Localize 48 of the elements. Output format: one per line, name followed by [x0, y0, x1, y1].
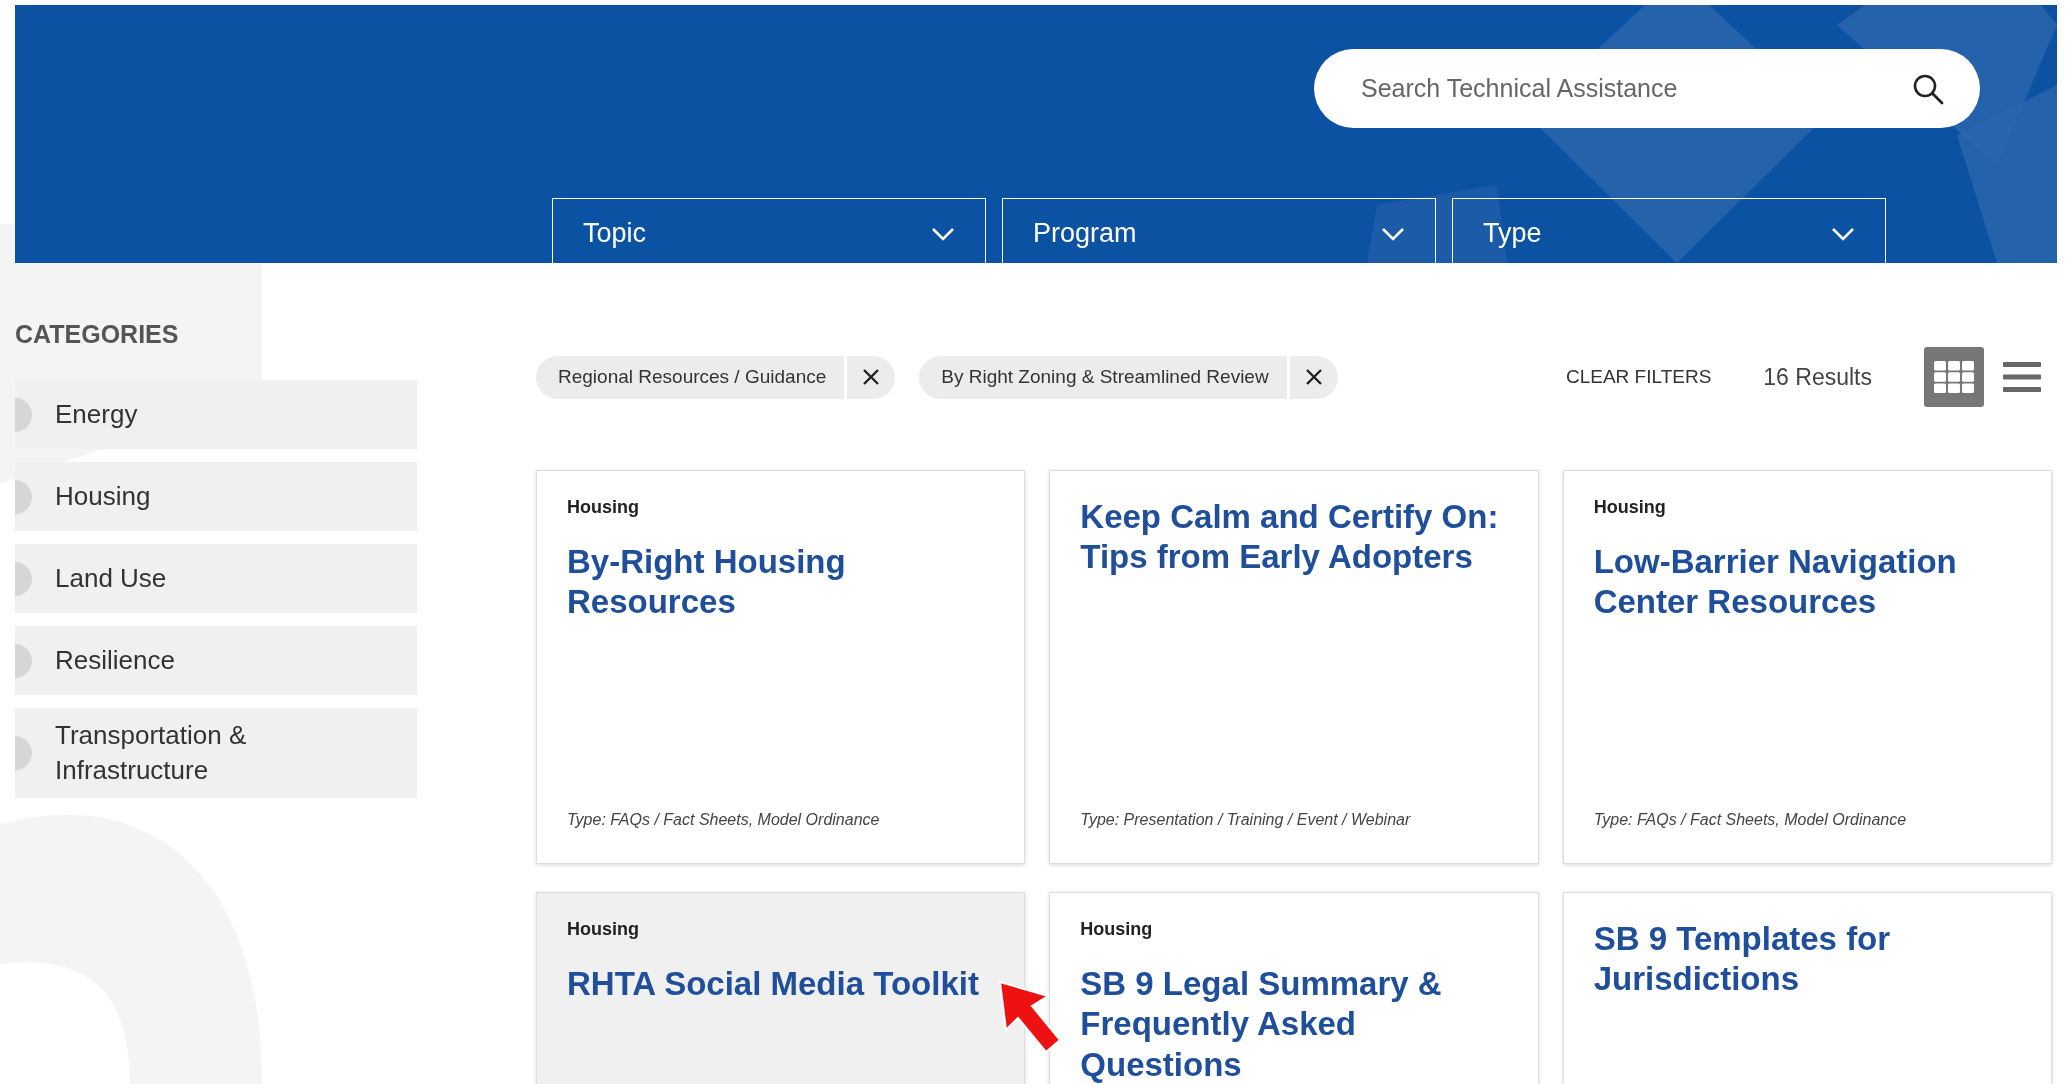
card-type: Type: Presentation / Training / Event / Webinar: [1080, 811, 1412, 829]
card-title[interactable]: RHTA Social Media Toolkit: [567, 964, 995, 1005]
indicator-icon: [15, 479, 32, 514]
card-type: Type: FAQs / Fact Sheets, Model Ordinance: [567, 811, 881, 829]
chevron-down-icon: [931, 226, 955, 241]
card-title[interactable]: By-Right Housing Resources: [567, 542, 995, 623]
indicator-icon: [15, 561, 32, 596]
search-input[interactable]: Search Technical Assistance: [1359, 73, 1912, 104]
grid-icon: [1933, 360, 1975, 394]
sidebar-heading: CATEGORIES: [15, 320, 180, 349]
search-icon[interactable]: [1912, 72, 1944, 105]
card-title[interactable]: SB 9 Legal Summary & Frequently Asked Questions: [1080, 964, 1508, 1084]
resource-card[interactable]: Housing Low-Barrier Navigation Center Resources Type: FAQs / Fact Sheets, Model Ordinance: [1562, 470, 2052, 864]
menu-icon: [2003, 361, 2041, 393]
card-title[interactable]: SB 9 Templates for Jurisdictions: [1593, 919, 2021, 1000]
filter-dropdown[interactable]: Program: [1002, 198, 1436, 263]
close-icon: [862, 368, 881, 386]
card-category: Housing: [1080, 919, 1154, 940]
resource-card[interactable]: SB 9 Templates for Jurisdictions: [1562, 892, 2052, 1084]
card-title[interactable]: Keep Calm and Certify On: Tips from Early Adopters: [1080, 497, 1508, 578]
category-item[interactable]: Transportation & Infrastructure: [15, 708, 417, 799]
indicator-icon: [15, 397, 32, 432]
chevron-down-icon: [1381, 226, 1405, 241]
search-field[interactable]: Search Technical Assistance: [1314, 49, 1980, 128]
card-category: Housing: [567, 919, 640, 940]
category-item[interactable]: Land Use: [15, 544, 417, 613]
filter-dropdown[interactable]: Type: [1452, 198, 1886, 263]
card-category: Housing: [1593, 497, 1667, 518]
filter-label: By Right Zoning & Streamlined Review: [919, 355, 1290, 399]
indicator-icon: [15, 736, 32, 771]
card-type: Type: FAQs / Fact Sheets, Model Ordinance: [1593, 811, 1908, 829]
close-icon: [1304, 368, 1323, 386]
grid-view-button[interactable]: [1924, 347, 1984, 407]
card-title[interactable]: Low-Barrier Navigation Center Resources: [1593, 542, 2021, 623]
resource-card[interactable]: Keep Calm and Certify On: Tips from Early Adopters Type: Presentation / Training / Event / Webinar: [1049, 470, 1539, 864]
category-item[interactable]: Housing: [15, 462, 417, 531]
category-item[interactable]: Resilience: [15, 626, 417, 695]
resource-card[interactable]: Housing RHTA Social Media Toolkit: [536, 892, 1026, 1084]
filter-dropdown[interactable]: Topic: [552, 198, 986, 263]
category-item[interactable]: Energy: [15, 380, 417, 449]
chevron-down-icon: [1831, 226, 1855, 241]
filter-label: Regional Resources / Guidance: [536, 355, 848, 399]
card-category: Housing: [567, 497, 640, 518]
results-count: 16 Results: [1763, 363, 1872, 391]
indicator-icon: [15, 643, 32, 678]
clear-filters-link[interactable]: CLEAR FILTERS: [1559, 365, 1718, 389]
resource-card[interactable]: Housing By-Right Housing Resources Type: FAQs / Fact Sheets, Model Ordinance: [536, 470, 1026, 864]
resource-card[interactable]: Housing SB 9 Legal Summary & Frequently Asked Questions: [1049, 892, 1539, 1084]
